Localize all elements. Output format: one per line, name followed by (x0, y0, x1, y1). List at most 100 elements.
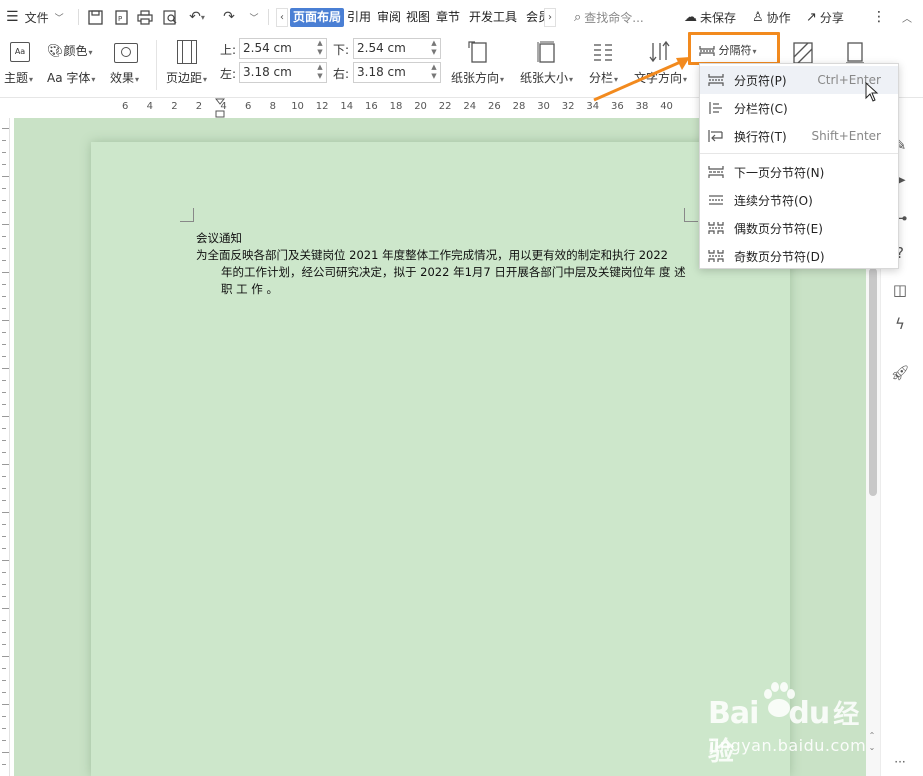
menu-item-label: 连续分节符(O) (734, 193, 813, 208)
vertical-ruler-tick (2, 476, 6, 477)
tab-sections[interactable]: 章节 (434, 8, 462, 27)
vertical-ruler-tick (2, 452, 6, 453)
vertical-ruler-tick (2, 428, 6, 429)
menu-item-label: 分页符(P) (734, 73, 787, 88)
ruler-tick-label: 22 (438, 101, 452, 112)
tab-scroll-left-icon[interactable]: ‹ (276, 8, 288, 27)
divider (156, 40, 157, 90)
document-body[interactable]: 会议通知 为全面反映各部门及关键岗位 2021 年度整体工作完成情况，用以更有效… (196, 230, 696, 298)
vertical-ruler-tick (2, 176, 9, 177)
app-icon[interactable]: ◫ (890, 280, 910, 300)
tab-scroll-right-icon[interactable]: › (544, 8, 556, 27)
scrollbar-thumb[interactable] (869, 268, 877, 496)
tab-view[interactable]: 视图 (404, 8, 432, 27)
spinner-arrows-icon[interactable]: ▲ ▼ (429, 63, 439, 82)
orientation-icon[interactable] (467, 40, 489, 64)
vertical-ruler-tick (2, 644, 6, 645)
user-add-icon: ♙ (752, 9, 764, 25)
even-page-section-break-item[interactable]: 偶数页分节符(E) (700, 214, 898, 242)
bottom-margin-value: 2.54 cm (357, 41, 406, 55)
palette-icon: 🎨︎ (47, 44, 64, 59)
ruler-tick-label: 18 (389, 101, 403, 112)
font-button[interactable]: Aa 字体▾ (47, 69, 95, 86)
page-border-icon[interactable] (845, 42, 865, 64)
color-button[interactable]: 🎨︎颜色▾ (47, 42, 93, 59)
vertical-ruler-tick (2, 680, 6, 681)
spinner-arrows-icon[interactable]: ▲ ▼ (315, 63, 325, 82)
lightning-icon[interactable]: ϟ (890, 314, 910, 334)
ruler-tick-label: 30 (537, 101, 550, 112)
vertical-ruler-tick (2, 548, 6, 549)
redo-icon[interactable]: ↷ (220, 8, 238, 26)
vertical-ruler (0, 118, 10, 776)
vertical-ruler-tick (2, 488, 6, 489)
share-button[interactable]: ↗ 分享 (806, 0, 844, 34)
vertical-ruler-tick (2, 296, 6, 297)
vertical-ruler-tick (2, 620, 6, 621)
right-margin-input[interactable]: 3.18 cm ▲ ▼ (353, 62, 441, 83)
save-icon[interactable] (86, 8, 104, 26)
watermark-icon[interactable] (793, 42, 813, 64)
effect-button[interactable]: 效果▾ (110, 69, 139, 86)
odd-page-section-break-item[interactable]: 奇数页分节符(D) (700, 242, 898, 270)
more-options-icon[interactable]: ⋮ (872, 0, 886, 34)
unsaved-status[interactable]: ☁ 未保存 (684, 0, 736, 34)
more-quick-icon[interactable]: ﹀ (245, 8, 263, 26)
menu-item-label: 分栏符(C) (734, 101, 788, 116)
margins-label: 页边距 (166, 71, 203, 85)
bottom-margin-input[interactable]: 2.54 cm ▲ ▼ (353, 38, 441, 59)
file-menu[interactable]: ☰ 文件 ﹀ (6, 0, 64, 34)
orientation-label: 纸张方向 (451, 71, 500, 85)
doc-paragraph-line: 为全面反映各部门及关键岗位 2021 年度整体工作完成情况，用以更有效的制定和执… (196, 248, 668, 262)
vertical-ruler-tick (2, 332, 6, 333)
effect-icon[interactable] (114, 43, 138, 63)
vertical-ruler-tick (2, 464, 9, 465)
orientation-button[interactable]: 纸张方向▾ (451, 69, 504, 86)
rocket-icon[interactable]: 🚀︎ (890, 363, 910, 383)
margins-button[interactable]: 页边距▾ (166, 69, 207, 86)
left-margin-input[interactable]: 3.18 cm ▲ ▼ (239, 62, 327, 83)
hamburger-icon: ☰ (6, 9, 19, 25)
ruler-tick-label: 8 (269, 101, 276, 112)
more-dots-icon[interactable]: ··· (890, 752, 910, 772)
indent-marker-icon[interactable] (214, 98, 226, 118)
tab-references[interactable]: 引用 (345, 8, 373, 27)
vertical-ruler-tick (2, 536, 6, 537)
tab-page-layout[interactable]: 页面布局 (290, 8, 345, 27)
ruler-tick-label: 28 (512, 101, 526, 112)
search-placeholder: 查找命令... (584, 10, 644, 25)
next-page-section-break-item[interactable]: 下一页分节符(N) (700, 158, 898, 186)
paper-size-button[interactable]: 纸张大小▾ (520, 69, 573, 86)
top-margin-input[interactable]: 2.54 cm ▲ ▼ (239, 38, 327, 59)
collab-button[interactable]: ♙ 协作 (752, 0, 791, 34)
ruler-tick-label: 6 (122, 101, 129, 112)
print-icon[interactable] (136, 8, 154, 26)
vertical-ruler-tick (2, 728, 6, 729)
export-pdf-icon[interactable]: P (112, 8, 130, 26)
search-box[interactable]: ⌕ 查找命令... (574, 0, 644, 34)
mouse-pointer-icon (865, 82, 879, 102)
line-break-item[interactable]: 换行符(T) Shift+Enter (700, 122, 898, 150)
menu-item-shortcut: Shift+Enter (811, 129, 881, 143)
collapse-ribbon-icon[interactable]: ︿ (902, 0, 912, 34)
vertical-ruler-tick (2, 392, 6, 393)
vertical-ruler-tick (2, 656, 9, 657)
tab-review[interactable]: 审阅 (375, 8, 403, 27)
paper-size-icon[interactable] (536, 40, 558, 64)
print-preview-icon[interactable] (161, 8, 179, 26)
vertical-ruler-tick (2, 500, 6, 501)
spinner-arrows-icon[interactable]: ▲ ▼ (429, 39, 439, 58)
undo-icon[interactable]: ↶ ▾ (186, 8, 208, 26)
theme-icon[interactable]: Aa (10, 42, 30, 62)
divider (78, 9, 79, 25)
spinner-arrows-icon[interactable]: ▲ ▼ (315, 39, 325, 58)
margins-icon[interactable] (177, 40, 197, 64)
collab-label: 协作 (766, 10, 791, 25)
theme-button[interactable]: 主题▾ (4, 69, 33, 86)
tab-membership[interactable]: 会员 (524, 8, 544, 27)
continuous-section-break-item[interactable]: 连续分节符(O) (700, 186, 898, 214)
tab-developer[interactable]: 开发工具 (467, 8, 519, 27)
share-label: 分享 (819, 10, 844, 25)
ruler-tick-label: 14 (340, 101, 354, 112)
vertical-ruler-tick (2, 524, 6, 525)
